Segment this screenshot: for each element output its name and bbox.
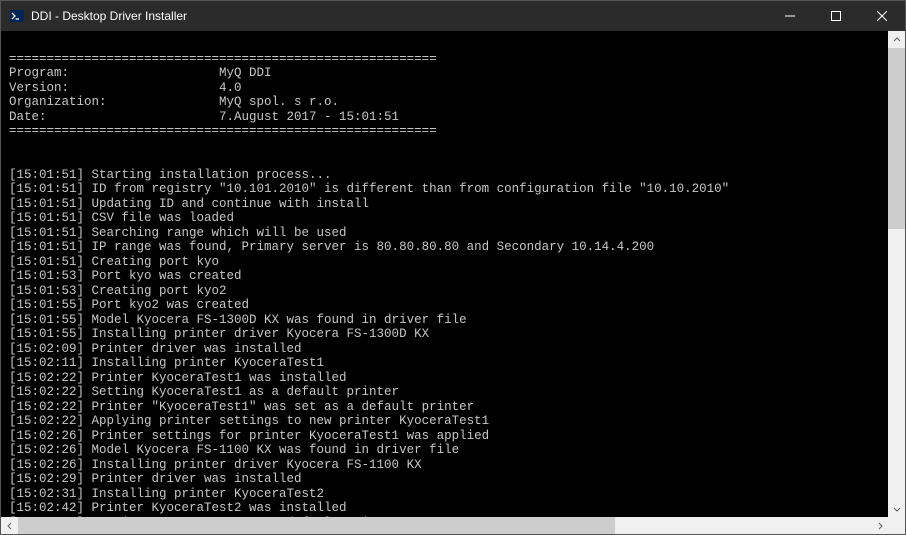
- minimize-button[interactable]: [767, 1, 813, 31]
- horizontal-scrollbar[interactable]: [1, 517, 888, 534]
- window-title: DDI - Desktop Driver Installer: [31, 9, 767, 23]
- chevron-down-icon: [893, 505, 901, 513]
- vertical-scroll-track[interactable]: [888, 48, 905, 500]
- powershell-icon: [9, 8, 25, 24]
- close-button[interactable]: [859, 1, 905, 31]
- minimize-icon: [785, 11, 795, 21]
- scroll-corner: [888, 517, 905, 534]
- console-output[interactable]: ========================================…: [1, 31, 888, 517]
- scroll-down-button[interactable]: [888, 500, 905, 517]
- scroll-right-button[interactable]: [871, 517, 888, 534]
- content-area: ========================================…: [1, 31, 905, 517]
- chevron-up-icon: [893, 36, 901, 44]
- vertical-scroll-thumb[interactable]: [888, 48, 905, 229]
- app-window: DDI - Desktop Driver Installer =======: [0, 0, 906, 535]
- chevron-left-icon: [6, 522, 14, 530]
- titlebar-controls: [767, 1, 905, 31]
- close-icon: [877, 11, 887, 21]
- scroll-left-button[interactable]: [1, 517, 18, 534]
- horizontal-scroll-thumb[interactable]: [18, 517, 615, 534]
- horizontal-scrollbar-row: [1, 517, 905, 534]
- scroll-up-button[interactable]: [888, 31, 905, 48]
- vertical-scrollbar[interactable]: [888, 31, 905, 517]
- titlebar[interactable]: DDI - Desktop Driver Installer: [1, 1, 905, 31]
- chevron-right-icon: [876, 522, 884, 530]
- maximize-button[interactable]: [813, 1, 859, 31]
- horizontal-scroll-track[interactable]: [18, 517, 871, 534]
- maximize-icon: [831, 11, 841, 21]
